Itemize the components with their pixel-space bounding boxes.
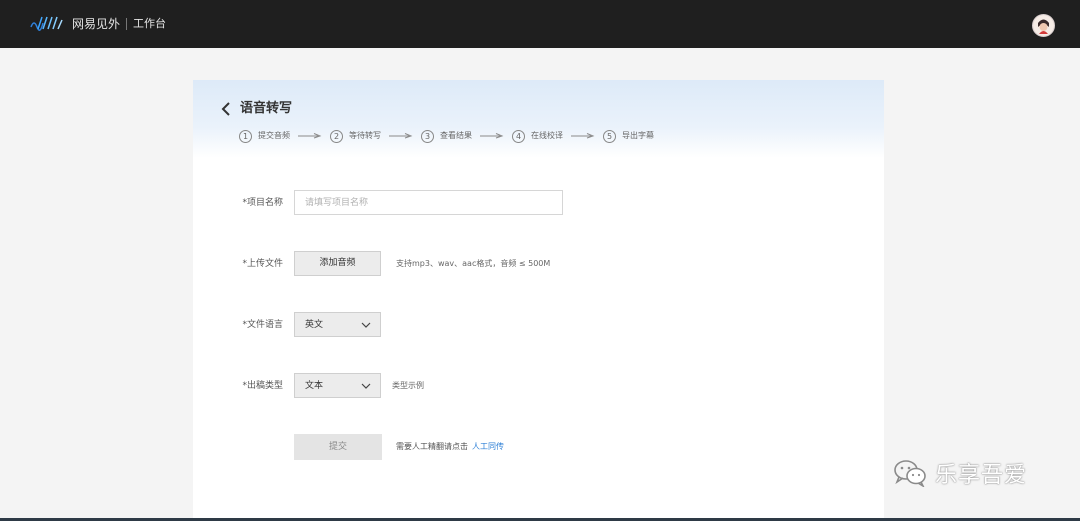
step-5: 5 导出字幕 [603, 129, 654, 143]
step-number: 5 [603, 129, 616, 143]
manual-interpretation-link[interactable]: 人工同传 [472, 442, 504, 451]
output-type-select-value: 文本 [305, 381, 324, 391]
step-number: 2 [330, 129, 343, 143]
step-label: 查看结果 [440, 131, 472, 140]
step-2: 2 等待转写 [330, 129, 381, 143]
chevron-left-icon[interactable] [220, 101, 232, 117]
step-arrow-icon [480, 133, 504, 139]
top-bar: 网易见外 工作台 [0, 0, 1080, 48]
brand[interactable]: 网易见外 工作台 [30, 15, 166, 33]
step-4: 4 在线校译 [512, 129, 563, 143]
wechat-icon [894, 460, 926, 487]
watermark: 乐享吾爱 [893, 457, 1027, 489]
step-arrow-icon [298, 133, 322, 139]
output-type-label: *出稿类型 [242, 381, 283, 391]
step-label: 提交音频 [258, 131, 290, 140]
page-title: 语音转写 [240, 101, 293, 116]
avatar-image [1033, 15, 1054, 36]
project-name-input[interactable] [294, 190, 563, 215]
watermark-text: 乐享吾爱 [935, 463, 1028, 488]
project-name-label: *项目名称 [242, 198, 283, 208]
language-select-value: 英文 [305, 320, 324, 330]
main-card: 语音转写 1 提交音频 2 等待转写 3 查看结果 4 在线校译 5 导出字幕 … [193, 80, 884, 521]
step-label: 在线校译 [531, 131, 563, 140]
step-label: 等待转写 [349, 131, 381, 140]
step-number: 3 [421, 129, 434, 143]
step-1: 1 提交音频 [239, 129, 290, 143]
output-type-select[interactable]: 文本 [294, 373, 381, 398]
card-header: 语音转写 1 提交音频 2 等待转写 3 查看结果 4 在线校译 5 导出字幕 [193, 80, 884, 158]
step-arrow-icon [389, 133, 413, 139]
step-3: 3 查看结果 [421, 129, 472, 143]
add-audio-button[interactable]: 添加音频 [294, 251, 381, 276]
manual-translation-text: 需要人工精翻请点击 [396, 442, 468, 451]
brand-subtitle: 工作台 [133, 17, 167, 30]
netease-logo-icon [30, 16, 63, 31]
upload-hint: 支持mp3、wav、aac格式，音频 ≤ 500M [396, 259, 551, 268]
step-arrow-icon [571, 133, 595, 139]
progress-steps: 1 提交音频 2 等待转写 3 查看结果 4 在线校译 5 导出字幕 [239, 129, 654, 143]
brand-divider [126, 18, 128, 30]
brand-name: 网易见外 [72, 17, 121, 31]
file-language-label: *文件语言 [242, 320, 283, 330]
upload-file-label: *上传文件 [242, 259, 283, 269]
submit-button[interactable]: 提交 [294, 434, 382, 460]
step-number: 1 [239, 129, 252, 143]
chevron-down-icon [361, 383, 371, 389]
chevron-down-icon [361, 322, 371, 328]
type-example-link[interactable]: 类型示例 [392, 380, 424, 392]
manual-translation-row: 需要人工精翻请点击 人工同传 [396, 441, 504, 453]
step-number: 4 [512, 129, 525, 143]
step-label: 导出字幕 [622, 131, 654, 140]
user-avatar-icon[interactable] [1032, 14, 1055, 37]
language-select[interactable]: 英文 [294, 312, 381, 337]
